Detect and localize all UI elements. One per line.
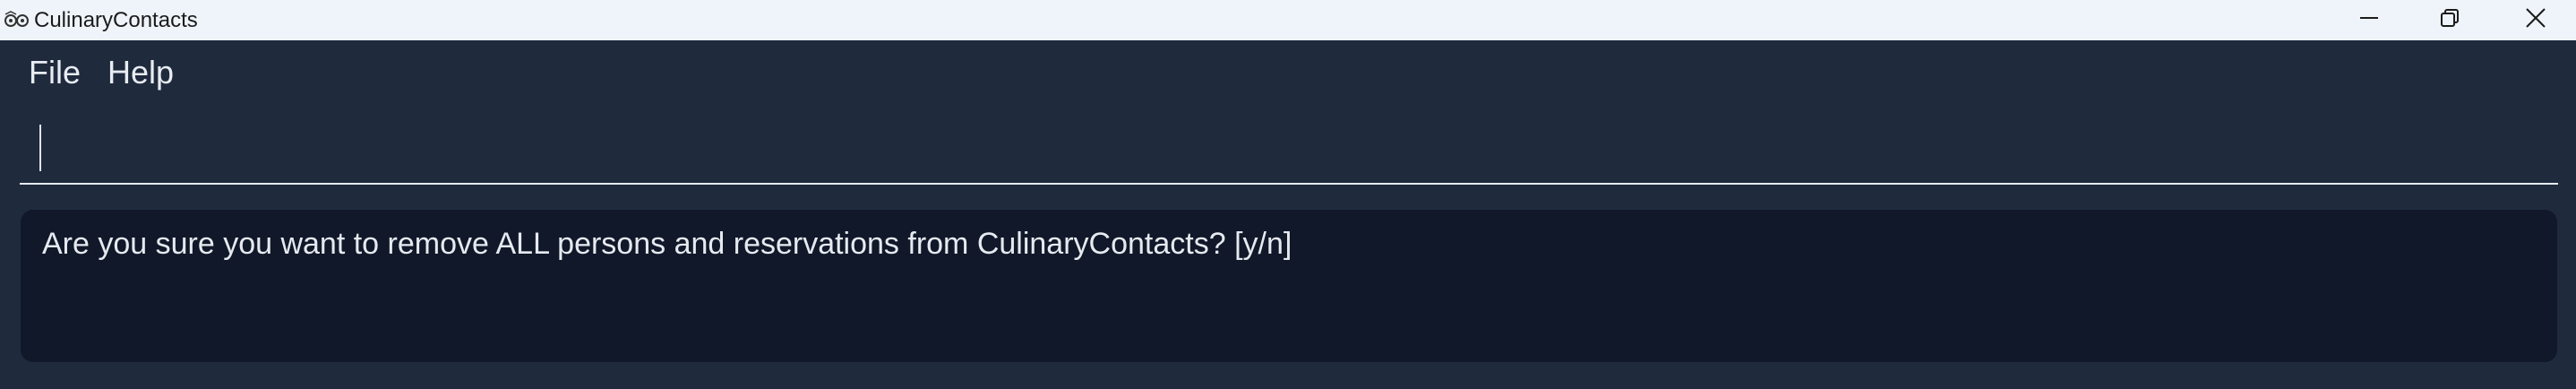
minimize-button[interactable] [2329, 0, 2409, 40]
result-display: Are you sure you want to remove ALL pers… [21, 210, 2557, 362]
menu-item-file[interactable]: File [29, 55, 81, 91]
result-message: Are you sure you want to remove ALL pers… [42, 227, 1292, 261]
menu-bar: File Help [0, 40, 2576, 105]
minimize-icon [2359, 8, 2379, 32]
restore-icon [2440, 8, 2460, 32]
text-cursor [39, 125, 41, 171]
app-window: CulinaryContacts File Help Are you sure … [0, 0, 2576, 389]
close-icon [2525, 7, 2546, 33]
close-button[interactable] [2495, 0, 2576, 40]
menu-item-help[interactable]: Help [107, 55, 174, 91]
restore-button[interactable] [2409, 0, 2490, 40]
command-input[interactable] [45, 122, 2538, 174]
command-box[interactable] [20, 115, 2558, 185]
window-title: CulinaryContacts [34, 8, 198, 32]
title-bar[interactable]: CulinaryContacts [0, 0, 2576, 40]
app-logo-icon [3, 9, 30, 30]
